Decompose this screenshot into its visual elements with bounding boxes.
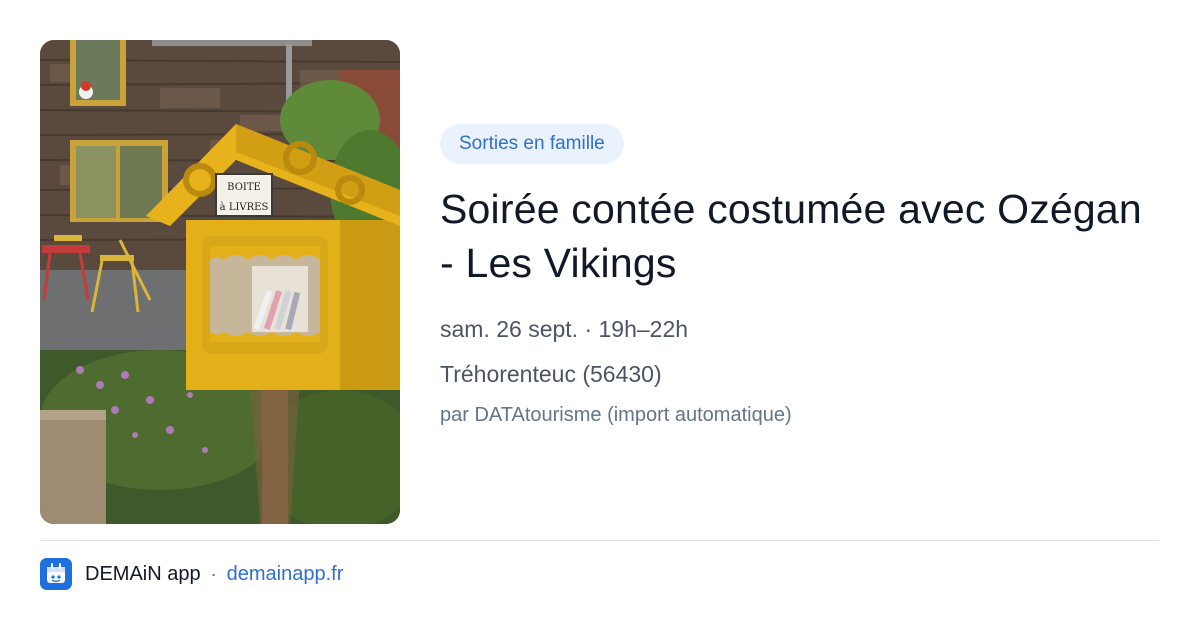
category-badge[interactable]: Sorties en famille bbox=[440, 124, 624, 164]
footer-separator: · bbox=[210, 563, 217, 584]
footer-divider bbox=[40, 540, 1160, 541]
sign-line-1: BOITE bbox=[227, 182, 261, 193]
event-location: Tréhorenteuc (56430) bbox=[440, 361, 662, 387]
event-info: Sorties en famille Soirée contée costumé… bbox=[440, 124, 1160, 427]
event-photo: BOITE à LIVRES bbox=[40, 40, 400, 524]
event-date: sam. 26 sept. · 19h–22h bbox=[440, 316, 689, 342]
app-name: DEMAiN app bbox=[85, 562, 201, 585]
footer: DEMAiN app · demainapp.fr bbox=[40, 558, 343, 590]
event-card[interactable]: BOITE à LIVRES Sorties en famille Soirée… bbox=[40, 40, 1160, 524]
sign-line-2: à LIVRES bbox=[220, 202, 269, 213]
domain-link[interactable]: demainapp.fr bbox=[227, 563, 344, 586]
event-title[interactable]: Soirée contée costumée avec Ozégan - Les… bbox=[440, 182, 1160, 290]
demain-app-icon bbox=[40, 558, 72, 590]
event-source: par DATAtourisme (import automatique) bbox=[440, 404, 792, 426]
